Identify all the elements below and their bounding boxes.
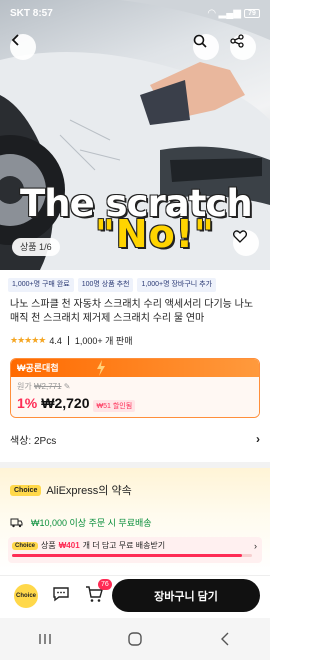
share-icon: [230, 34, 244, 48]
share-button[interactable]: [230, 34, 256, 60]
color-option-selector[interactable]: 색상: 2Pcs ›: [10, 428, 260, 450]
choice-title: AliExpress의 약속: [46, 485, 132, 497]
product-image[interactable]: SKT 8:57 ◠ ▂▄▆ 79 The scratch "No!" 상품 1…: [0, 0, 270, 270]
wifi-icon: ◠: [207, 7, 216, 19]
deal-label: ₩공론대첩: [17, 363, 59, 373]
progress-amount: ₩401: [58, 541, 80, 550]
battery-icon: 79: [244, 8, 260, 18]
chat-icon[interactable]: [52, 586, 70, 602]
sold-count: 1,000+ 개 판매: [74, 336, 133, 346]
free-shipping-text: ₩10,000 이상 주문 시 무료배송: [31, 518, 152, 528]
chevron-right-icon: ›: [254, 541, 257, 551]
pencil-icon: ✎: [63, 382, 71, 391]
discount-percent: 1%: [17, 395, 38, 411]
choice-mini-badge: Choice: [12, 541, 39, 550]
heart-icon: [233, 230, 247, 243]
original-price: ₩2,771: [33, 382, 62, 391]
back-chevron-icon: [221, 632, 229, 646]
back-button[interactable]: [10, 34, 36, 60]
divider: [67, 336, 69, 345]
carrier-label: SKT: [10, 7, 30, 19]
image-overlay-text-no: "No!": [95, 212, 215, 256]
progress-track: [12, 554, 252, 557]
original-price-row: 원가 ₩2,771 ✎: [17, 381, 70, 392]
deal-price-box: ₩공론대첩 원가 ₩2,771 ✎ 1% ₩2,720 ₩51 할인됨: [10, 358, 260, 418]
home-button[interactable]: [115, 624, 155, 654]
rating-value: 4.4: [49, 335, 62, 346]
product-tags: 1,000+명 구매 완료 100명 상품 추천 1,000+명 장바구니 추가: [8, 278, 217, 292]
chevron-left-icon: [11, 34, 19, 46]
tag-recommended: 100명 상품 추천: [77, 278, 134, 292]
original-price-label: 원가: [17, 382, 32, 391]
bottom-action-bar: Choice 76 장바구니 담기: [0, 575, 270, 615]
deal-header: ₩공론대첩: [11, 359, 259, 377]
tag-purchased: 1,000+명 구매 완료: [8, 278, 74, 292]
star-rating-icon: ★★★★★: [10, 335, 46, 345]
cart-count-badge: 76: [98, 579, 112, 590]
search-icon: [193, 34, 207, 48]
chevron-right-icon: ›: [256, 432, 260, 446]
wishlist-button[interactable]: [233, 230, 259, 256]
recents-button[interactable]: [25, 624, 65, 654]
choice-badge: Choice: [10, 484, 42, 496]
sale-price: ₩2,720: [41, 395, 90, 411]
truck-icon: [10, 518, 23, 527]
tag-added-to-cart: 1,000+명 장바구니 추가: [137, 278, 217, 292]
home-icon: [128, 632, 142, 646]
system-back-button[interactable]: [205, 624, 245, 654]
free-shipping-progress[interactable]: Choice 상품 ₩401 개 더 담고 무료 배송받기 ›: [8, 537, 262, 563]
progress-fill: [12, 554, 243, 557]
system-nav-bar: [0, 618, 270, 660]
recents-icon: [39, 634, 51, 644]
progress-prefix: 상품: [41, 541, 56, 550]
add-to-cart-button[interactable]: 장바구니 담기: [112, 579, 260, 612]
clock: 8:57: [32, 7, 53, 19]
search-button[interactable]: [193, 34, 219, 60]
choice-promise-panel[interactable]: Choice AliExpress의 약속 ₩10,000 이상 주문 시 무료…: [0, 468, 270, 572]
color-option-label: 색상: 2Pcs: [10, 435, 57, 447]
choice-button[interactable]: Choice: [14, 584, 38, 608]
lightning-icon: [97, 360, 105, 376]
signal-icon: ▂▄▆: [218, 7, 241, 19]
rating-row[interactable]: ★★★★★ 4.4 1,000+ 개 판매: [10, 334, 132, 347]
product-title: 나노 스파클 천 자동차 스크래치 수리 액세서리 다기능 나노 매직 천 스크…: [10, 299, 254, 324]
image-counter: 상품 1/6: [12, 238, 60, 256]
progress-suffix: 개 더 담고 무료 배송받기: [82, 541, 166, 550]
status-bar: SKT 8:57 ◠ ▂▄▆ 79: [0, 0, 270, 26]
coupon-discount-badge: ₩51 할인됨: [93, 400, 136, 412]
